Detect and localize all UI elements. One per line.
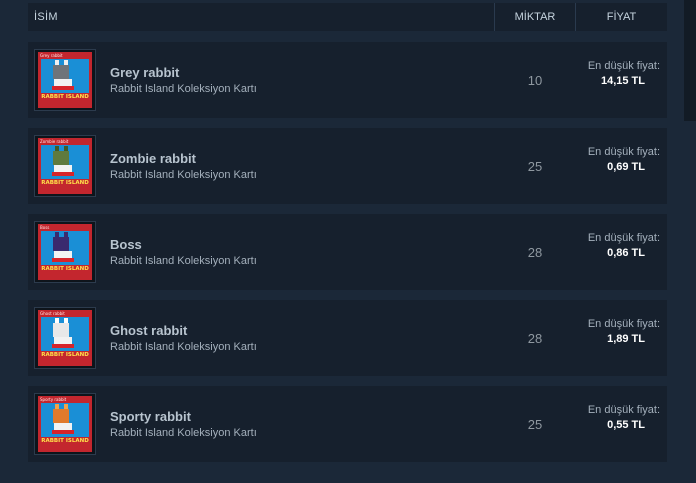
lowest-price-label: En düşük fiyat: — [587, 318, 660, 330]
item-row-zombie-rabbit[interactable]: Zombie rabbit RABBIT ISLAND Zombie rabbi… — [28, 128, 667, 204]
rabbit-belt-icon — [52, 258, 74, 262]
lowest-price-value: 0,69 TL — [607, 161, 645, 173]
rabbit-belt-icon — [52, 172, 74, 176]
card-title-label: Boss — [40, 225, 50, 230]
rabbit-belt-icon — [52, 430, 74, 434]
card-logo: RABBIT ISLAND — [41, 180, 89, 186]
trading-card-art: Sporty rabbit RABBIT ISLAND — [38, 396, 92, 452]
trading-card-art: Grey rabbit RABBIT ISLAND — [38, 52, 92, 108]
item-game-label: Rabbit Island Koleksiyon Kartı — [110, 169, 257, 181]
lowest-price-label: En düşük fiyat: — [587, 232, 660, 244]
rabbit-belt-icon — [52, 86, 74, 90]
trading-card-art: Ghost rabbit RABBIT ISLAND — [38, 310, 92, 366]
item-card-image: Sporty rabbit RABBIT ISLAND — [34, 393, 96, 455]
table-header: İSİM MİKTAR FİYAT — [28, 3, 667, 31]
lowest-price-label: En düşük fiyat: — [587, 60, 660, 72]
item-game-label: Rabbit Island Koleksiyon Kartı — [110, 83, 257, 95]
item-name-link[interactable]: Boss — [110, 237, 142, 252]
item-quantity: 25 — [527, 417, 543, 432]
card-logo: RABBIT ISLAND — [41, 266, 89, 272]
lowest-price-label: En düşük fiyat: — [587, 404, 660, 416]
item-row-boss[interactable]: Boss RABBIT ISLAND Boss Rabbit Island Ko… — [28, 214, 667, 290]
card-logo: RABBIT ISLAND — [41, 352, 89, 358]
item-quantity: 25 — [527, 159, 543, 174]
card-title-label: Grey rabbit — [40, 53, 63, 58]
item-quantity: 28 — [527, 331, 543, 346]
item-card-image: Grey rabbit RABBIT ISLAND — [34, 49, 96, 111]
lowest-price-value: 1,89 TL — [607, 333, 645, 345]
item-name-link[interactable]: Grey rabbit — [110, 65, 179, 80]
rabbit-head-icon — [53, 65, 69, 79]
rabbit-head-icon — [53, 323, 69, 337]
lowest-price-label: En düşük fiyat: — [587, 146, 660, 158]
market-listing-panel: İSİM MİKTAR FİYAT Grey rabbit RABBIT ISL… — [28, 0, 667, 483]
trading-card-art: Boss RABBIT ISLAND — [38, 224, 92, 280]
item-quantity: 28 — [527, 245, 543, 260]
item-row-grey-rabbit[interactable]: Grey rabbit RABBIT ISLAND Grey rabbit Ra… — [28, 42, 667, 118]
card-title-label: Zombie rabbit — [40, 139, 69, 144]
column-header-price[interactable]: FİYAT — [576, 11, 667, 23]
item-quantity: 10 — [527, 73, 543, 88]
item-name-link[interactable]: Ghost rabbit — [110, 323, 187, 338]
item-card-image: Zombie rabbit RABBIT ISLAND — [34, 135, 96, 197]
card-logo: RABBIT ISLAND — [41, 438, 89, 444]
column-header-name[interactable]: İSİM — [34, 11, 58, 23]
trading-card-art: Zombie rabbit RABBIT ISLAND — [38, 138, 92, 194]
item-row-ghost-rabbit[interactable]: Ghost rabbit RABBIT ISLAND Ghost rabbit … — [28, 300, 667, 376]
item-row-sporty-rabbit[interactable]: Sporty rabbit RABBIT ISLAND Sporty rabbi… — [28, 386, 667, 462]
item-game-label: Rabbit Island Koleksiyon Kartı — [110, 255, 257, 267]
lowest-price-value: 0,55 TL — [607, 419, 645, 431]
rabbit-head-icon — [53, 151, 69, 165]
card-logo: RABBIT ISLAND — [41, 94, 89, 100]
item-card-image: Ghost rabbit RABBIT ISLAND — [34, 307, 96, 369]
column-header-quantity[interactable]: MİKTAR — [495, 11, 575, 23]
lowest-price-value: 0,86 TL — [607, 247, 645, 259]
scrollbar-track[interactable] — [684, 0, 696, 121]
rabbit-head-icon — [53, 237, 69, 251]
rabbit-belt-icon — [52, 344, 74, 348]
card-title-label: Sporty rabbit — [40, 397, 67, 402]
item-name-link[interactable]: Zombie rabbit — [110, 151, 196, 166]
item-card-image: Boss RABBIT ISLAND — [34, 221, 96, 283]
card-title-label: Ghost rabbit — [40, 311, 65, 316]
item-game-label: Rabbit Island Koleksiyon Kartı — [110, 427, 257, 439]
rabbit-head-icon — [53, 409, 69, 423]
item-game-label: Rabbit Island Koleksiyon Kartı — [110, 341, 257, 353]
lowest-price-value: 14,15 TL — [600, 75, 645, 87]
item-name-link[interactable]: Sporty rabbit — [110, 409, 191, 424]
